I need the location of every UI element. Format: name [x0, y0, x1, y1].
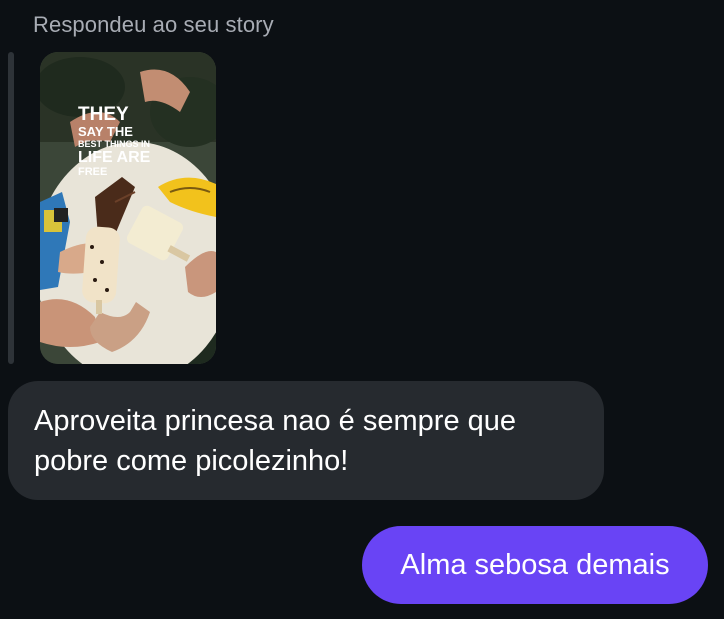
story-caption: THEY SAY THE BEST THINGS IN LIFE ARE FRE…	[78, 105, 208, 178]
story-caption-line-1: THEY	[78, 104, 129, 125]
story-thumbnail[interactable]: THEY SAY THE BEST THINGS IN LIFE ARE FRE…	[40, 52, 216, 364]
story-caption-line-5: FREE	[78, 166, 108, 178]
chat-thread: Respondeu ao seu story THEY SAY THE BEST…	[0, 0, 724, 619]
story-caption-line-4: LIFE ARE	[78, 149, 151, 166]
story-caption-line-2: SAY THE	[78, 124, 133, 139]
story-caption-line-3: BEST THINGS IN	[78, 139, 151, 149]
reply-context-label: Respondeu ao seu story	[33, 12, 274, 37]
outgoing-message-bubble[interactable]: Alma sebosa demais	[362, 526, 708, 604]
incoming-message-bubble[interactable]: Aproveita princesa nao é sempre que pobr…	[8, 381, 604, 500]
reply-quote-bar	[8, 52, 14, 364]
story-photo	[40, 52, 216, 364]
